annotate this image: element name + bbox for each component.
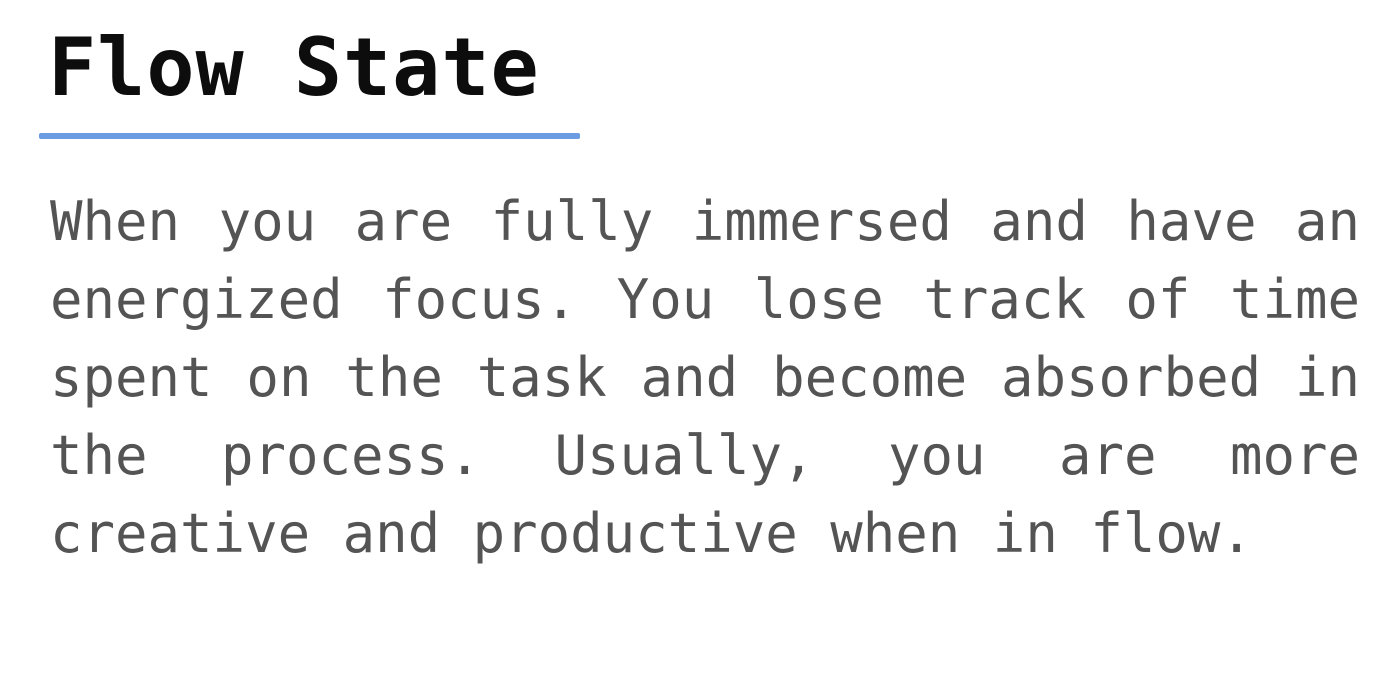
- definition-paragraph: When you are fully immersed and have an …: [50, 190, 1360, 565]
- title-underline: [39, 133, 580, 139]
- definition-card: Flow State When you are fully immersed a…: [0, 0, 1400, 689]
- page-title: Flow State: [48, 21, 540, 114]
